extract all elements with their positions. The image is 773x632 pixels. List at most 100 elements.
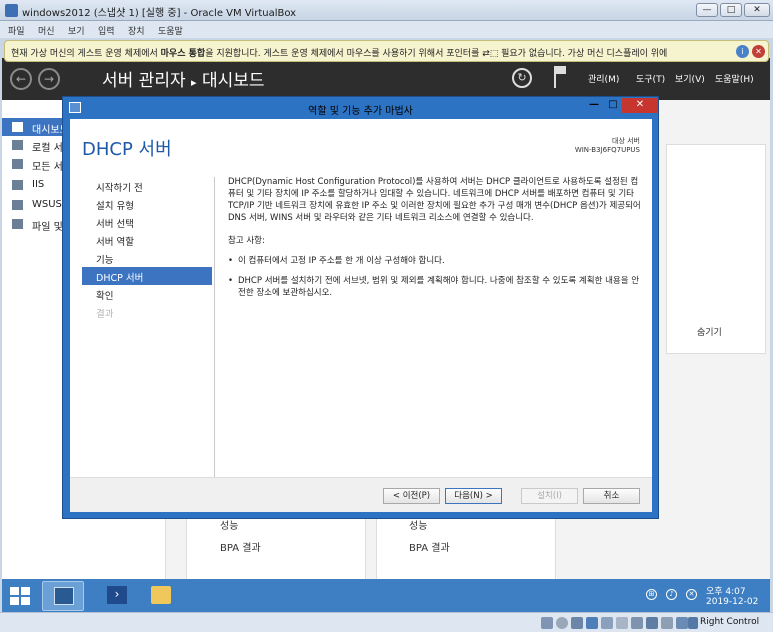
wizard-step-dhcp-server[interactable]: DHCP 서버 — [82, 267, 212, 285]
notice-text-after: 을 지원합니다. 게스트 운영 체제에서 마우스를 사용하기 위해서 포인터를 — [205, 49, 483, 59]
video-capture-icon[interactable] — [646, 617, 658, 629]
sidebar-item-label: 파일 및 — [32, 222, 63, 233]
audio-icon[interactable] — [571, 617, 583, 629]
sidebar-item-label: IIS — [32, 179, 45, 190]
cancel-button[interactable]: 취소 — [583, 488, 640, 504]
local-server-icon — [12, 140, 23, 150]
vbox-menubar: 파일 머신 보기 입력 장치 도움말 — [0, 21, 773, 38]
wizard-page-heading: DHCP 서버 — [82, 139, 172, 160]
tray-alert-icon[interactable]: ✕ — [686, 589, 697, 600]
network-icon[interactable] — [586, 617, 598, 629]
previous-button[interactable]: < 이전(P) — [383, 488, 440, 504]
back-arrow-icon[interactable]: ← — [10, 68, 32, 90]
sidebar-item-label: WSUS — [32, 199, 62, 210]
wizard-step-server-selection[interactable]: 서버 선택 — [82, 213, 212, 231]
header-menu-view[interactable]: 보기(V) — [675, 72, 705, 85]
powershell-icon: › — [107, 586, 127, 604]
tray-network-icon[interactable]: ⊞ — [646, 589, 657, 600]
next-button[interactable]: 다음(N) > — [445, 488, 502, 504]
menu-devices[interactable]: 장치 — [128, 24, 145, 37]
notice-text-before: 현재 가상 머신의 게스트 운영 체제에서 — [11, 49, 161, 59]
tray-volume-icon[interactable]: ♪ — [666, 589, 677, 600]
taskbar-server-manager-button[interactable] — [42, 581, 84, 611]
vbox-window-title: windows2012 (스냅샷 1) [실행 중] - Oracle VM V… — [22, 8, 297, 19]
add-roles-wizard-window: 역할 및 기능 추가 마법사 — □ ✕ DHCP 서버 대상 서버 WIN-B… — [62, 96, 659, 519]
taskbar-explorer-button[interactable] — [140, 581, 182, 611]
hard-disk-icon[interactable] — [541, 617, 553, 629]
wizard-body: DHCP 서버 대상 서버 WIN-B3J6FQ7UPUS 시작하기 전 설치 … — [70, 119, 652, 512]
vbox-minimize-button[interactable]: — — [696, 3, 718, 17]
file-icon — [12, 219, 23, 229]
header-menu-tools[interactable]: 도구(T) — [636, 72, 665, 85]
wizard-window-title: 역할 및 기능 추가 마법사 — [308, 106, 413, 117]
notice-info-icon[interactable]: i — [736, 45, 749, 58]
target-server-name: WIN-B3J6FQ7UPUS — [574, 146, 640, 154]
windows-start-icon[interactable] — [10, 587, 30, 605]
target-server-label: 대상 서버 — [612, 137, 640, 145]
menu-file[interactable]: 파일 — [8, 24, 25, 37]
wizard-footer: < 이전(P) 다음(N) > 설치(I) 취소 — [70, 477, 652, 512]
server-manager-header: ← → 서버 관리자 ▸ 대시보드 ↻ 관리(M) 도구(T) 보기(V) 도움… — [2, 58, 770, 100]
wizard-step-confirmation[interactable]: 확인 — [82, 285, 212, 303]
taskbar-clock-date[interactable]: 2019-12-02 — [706, 597, 758, 607]
breadcrumb-arrow-icon: ▸ — [191, 76, 197, 89]
notice-close-icon[interactable]: ✕ — [752, 45, 765, 58]
display-icon[interactable] — [631, 617, 643, 629]
wizard-step-before-you-begin[interactable]: 시작하기 전 — [82, 177, 212, 195]
wizard-step-list: 시작하기 전 설치 유형 서버 선택 서버 역할 기능 DHCP 서버 확인 결… — [82, 177, 212, 321]
mouse-integration-notice: 현재 가상 머신의 게스트 운영 체제에서 마우스 통합을 지원합니다. 게스트… — [4, 40, 769, 62]
menu-help[interactable]: 도움말 — [158, 24, 183, 37]
wizard-close-button[interactable]: ✕ — [622, 98, 658, 113]
folder-icon — [151, 586, 171, 604]
taskbar-powershell-button[interactable]: › — [96, 581, 138, 611]
wizard-step-installation-type[interactable]: 설치 유형 — [82, 195, 212, 213]
wizard-content: DHCP(Dynamic Host Configuration Protocol… — [228, 176, 643, 307]
wizard-minimize-button[interactable]: — — [584, 98, 604, 113]
wizard-step-server-roles[interactable]: 서버 역할 — [82, 231, 212, 249]
usb-icon[interactable] — [601, 617, 613, 629]
wizard-divider — [214, 177, 215, 487]
wsus-icon — [12, 200, 23, 210]
menu-input[interactable]: 입력 — [98, 24, 115, 37]
taskbar-clock-time[interactable]: 오후 4:07 — [706, 584, 746, 597]
server-manager-title: 서버 관리자 ▸ 대시보드 — [102, 66, 265, 91]
wizard-maximize-button[interactable]: □ — [603, 98, 623, 113]
all-servers-icon — [12, 159, 23, 169]
menu-machine[interactable]: 머신 — [38, 24, 55, 37]
host-key-label: Right Control — [700, 617, 760, 627]
note-item: 이 컴퓨터에서 고정 IP 주소를 한 개 이상 구성해야 합니다. — [228, 255, 643, 267]
shared-folders-icon[interactable] — [616, 617, 628, 629]
menu-view[interactable]: 보기 — [68, 24, 85, 37]
refresh-icon[interactable]: ↻ — [512, 68, 532, 88]
notes-title: 참고 사항: — [228, 236, 265, 246]
cpu-icon[interactable] — [661, 617, 673, 629]
hide-link[interactable]: 숨기기 — [697, 325, 722, 338]
server-manager-icon — [54, 587, 74, 605]
notifications-flag-icon[interactable] — [554, 66, 568, 88]
title-page: 대시보드 — [201, 71, 265, 91]
notice-text-after2: 필요가 없습니다. 가상 머신 디스플레이 위에 — [498, 49, 668, 59]
keyboard-icon[interactable] — [688, 617, 698, 629]
vbox-close-button[interactable]: ✕ — [744, 3, 770, 17]
vbox-statusbar: Right Control — [0, 612, 773, 632]
header-menu-help[interactable]: 도움말(H) — [715, 72, 754, 85]
tile-bpa-label: BPA 결과 — [409, 543, 450, 554]
tile-performance-label: 성능 — [220, 521, 239, 532]
wizard-step-results: 결과 — [96, 309, 114, 320]
mouse-integration-icon[interactable] — [676, 617, 688, 629]
dashboard-icon — [12, 122, 23, 132]
tile-performance-label: 성능 — [409, 521, 428, 532]
tile-bpa-label: BPA 결과 — [220, 543, 261, 554]
optical-drive-icon[interactable] — [556, 617, 568, 629]
wizard-step-features[interactable]: 기능 — [82, 249, 212, 267]
forward-arrow-icon[interactable]: → — [38, 68, 60, 90]
iis-icon — [12, 180, 23, 190]
pointer-capture-icon: ⇄⬚ — [482, 49, 499, 59]
vbox-maximize-button[interactable]: □ — [720, 3, 742, 17]
dashboard-side-panel: 숨기기 — [666, 144, 766, 354]
note-item: DHCP 서버를 설치하기 전에 서브넷, 범위 및 제외를 계획해야 합니다.… — [228, 275, 643, 299]
vbox-titlebar: windows2012 (스냅샷 1) [실행 중] - Oracle VM V… — [0, 0, 773, 21]
wizard-titlebar: 역할 및 기능 추가 마법사 — □ ✕ — [63, 97, 658, 119]
install-button: 설치(I) — [521, 488, 578, 504]
header-menu-manage[interactable]: 관리(M) — [588, 72, 619, 85]
